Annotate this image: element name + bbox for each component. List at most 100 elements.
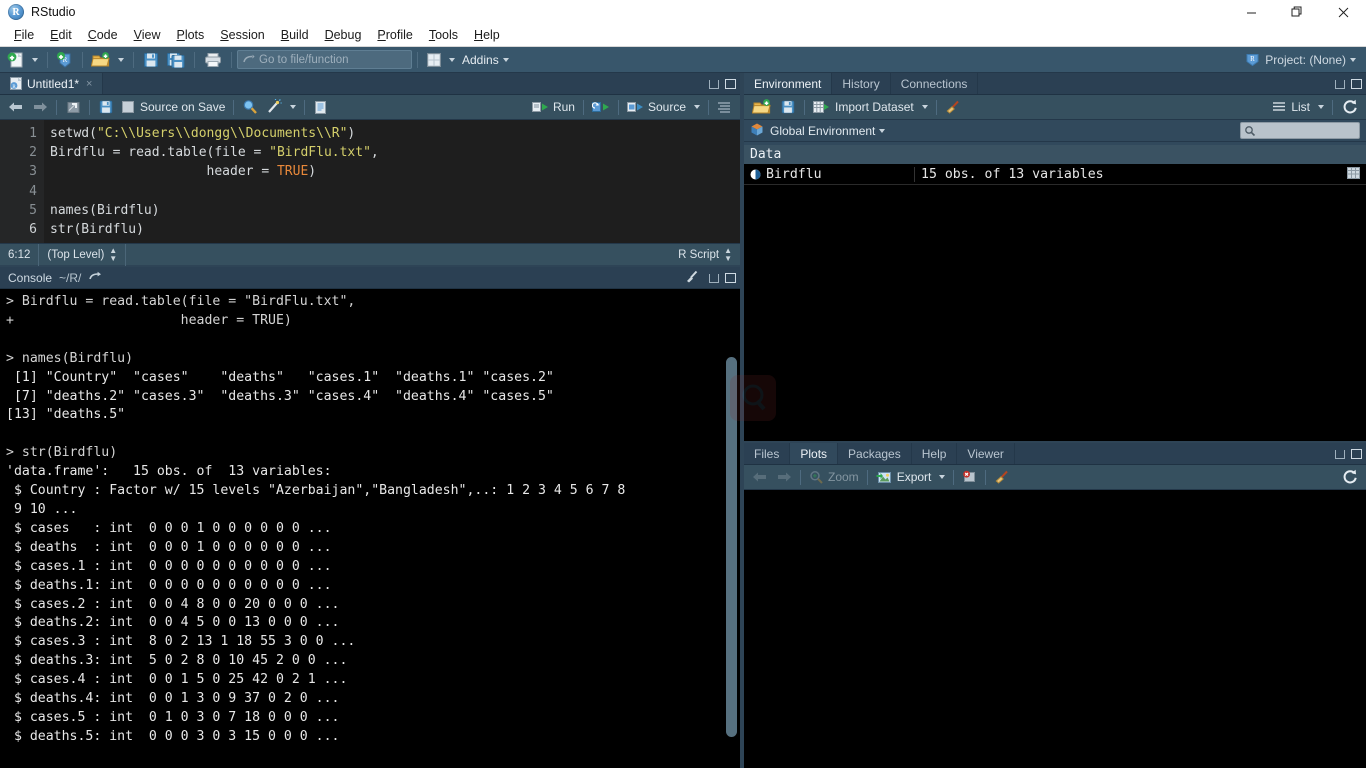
toolbar-separator (82, 51, 83, 68)
menu-edit[interactable]: Edit (42, 25, 80, 45)
minimize-pane-icon[interactable] (1335, 79, 1345, 89)
refresh-icon[interactable] (1337, 97, 1362, 118)
plot-export-button[interactable]: Export (872, 467, 936, 488)
forward-arrow-icon[interactable] (28, 97, 52, 118)
filetype-selector[interactable]: R Script ▲ ▼ (670, 244, 740, 266)
environment-search-field[interactable] (1256, 124, 1352, 137)
new-file-button[interactable] (4, 49, 28, 71)
environment-scope-dropdown-caret[interactable] (879, 128, 886, 133)
tab-plots[interactable]: Plots (790, 443, 839, 464)
maximize-pane-icon[interactable] (725, 273, 736, 283)
environment-object-name-cell[interactable]: Birdflu (744, 167, 914, 182)
menu-tools[interactable]: Tools (421, 25, 466, 45)
popout-icon[interactable] (89, 271, 102, 285)
minimize-pane-icon[interactable] (709, 79, 719, 89)
maximize-button[interactable] (1274, 0, 1320, 24)
menu-session[interactable]: Session (212, 25, 272, 45)
environment-object-list[interactable]: Data Birdflu 15 obs. of 13 variables (744, 145, 1366, 441)
open-folder-dropdown-caret[interactable] (118, 57, 124, 62)
pane-layout-dropdown-caret[interactable] (449, 57, 455, 62)
addins-dropdown-caret[interactable] (502, 57, 509, 62)
view-data-grid-icon[interactable] (1347, 166, 1360, 183)
compile-report-icon[interactable] (309, 97, 332, 118)
menu-file[interactable]: File (6, 25, 42, 45)
maximize-pane-icon[interactable] (725, 79, 736, 89)
toolbar-separator (935, 99, 937, 115)
menu-profile[interactable]: Profile (369, 25, 420, 45)
environment-row-birdflu[interactable]: Birdflu 15 obs. of 13 variables (744, 165, 1366, 185)
console-output[interactable]: > Birdflu = read.table(file = "BirdFlu.t… (0, 289, 740, 768)
import-dataset-button[interactable]: Import Dataset (809, 97, 918, 118)
close-icon[interactable]: × (86, 78, 92, 90)
plot-display-area[interactable] (744, 490, 1366, 768)
plot-forward-arrow-icon[interactable] (772, 467, 796, 488)
open-folder-button[interactable] (88, 49, 114, 71)
tab-help[interactable]: Help (912, 443, 958, 464)
new-file-dropdown-caret[interactable] (32, 57, 38, 62)
source-tab-untitled1[interactable]: R Untitled1* × (0, 73, 104, 94)
save-all-button[interactable] (163, 49, 189, 71)
maximize-pane-icon[interactable] (1351, 79, 1362, 89)
view-mode-button[interactable]: List (1268, 97, 1314, 118)
tab-viewer[interactable]: Viewer (957, 443, 1015, 464)
console-scrollbar[interactable] (726, 295, 737, 765)
plot-refresh-icon[interactable] (1337, 467, 1362, 488)
tab-packages[interactable]: Packages (838, 443, 912, 464)
clear-all-plots-icon[interactable] (990, 467, 1014, 488)
expand-triangle-icon[interactable] (750, 169, 761, 180)
run-button[interactable]: Run (528, 97, 579, 118)
tab-environment[interactable]: Environment (744, 73, 833, 94)
import-dataset-dropdown-caret[interactable] (921, 105, 928, 109)
plot-zoom-label: Zoom (828, 470, 859, 484)
rerun-icon[interactable] (588, 97, 614, 118)
code-tools-icon[interactable] (262, 97, 286, 118)
back-arrow-icon[interactable] (4, 97, 28, 118)
toolbar-separator (133, 51, 134, 68)
project-dropdown-caret[interactable] (1350, 57, 1356, 62)
document-outline-icon[interactable] (713, 97, 736, 118)
plot-back-arrow-icon[interactable] (748, 467, 772, 488)
remove-plot-icon[interactable] (958, 467, 981, 488)
tab-files[interactable]: Files (744, 443, 791, 464)
clear-console-icon[interactable] (685, 270, 699, 287)
view-mode-dropdown-caret[interactable] (1318, 105, 1324, 109)
addins-button[interactable]: Addins (459, 53, 499, 67)
close-button[interactable] (1320, 0, 1366, 24)
minimize-button[interactable] (1228, 0, 1274, 24)
menu-debug[interactable]: Debug (317, 25, 370, 45)
source-on-save-checkbox[interactable]: Source on Save (118, 97, 229, 118)
menu-code[interactable]: Code (80, 25, 126, 45)
clear-objects-icon[interactable] (941, 97, 965, 118)
code-tools-dropdown-caret[interactable] (290, 105, 297, 109)
source-dropdown-caret[interactable] (694, 105, 700, 109)
minimize-pane-icon[interactable] (709, 273, 719, 283)
load-workspace-icon[interactable] (748, 97, 776, 118)
minimize-pane-icon[interactable] (1335, 449, 1345, 459)
plots-pane-window-buttons (1335, 443, 1362, 465)
maximize-pane-icon[interactable] (1351, 449, 1362, 459)
editor-code-area[interactable]: setwd("C:\\Users\\dongg\\Documents\\R") B… (44, 120, 740, 243)
save-workspace-icon[interactable] (776, 97, 800, 118)
plot-zoom-button[interactable]: Zoom (805, 467, 863, 488)
pane-layout-button[interactable] (423, 49, 445, 71)
code-editor[interactable]: 1 2 3 4 5 6 setwd("C:\\Users\\dongg\\Document… (0, 120, 740, 243)
menu-plots[interactable]: Plots (168, 25, 212, 45)
find-icon[interactable] (238, 97, 262, 118)
save-icon[interactable] (94, 97, 118, 118)
show-in-new-window-icon[interactable] (61, 97, 85, 118)
project-indicator[interactable]: R Project: (None) (1245, 52, 1360, 67)
goto-file-function-input[interactable]: Go to file/function (237, 50, 412, 69)
new-project-button[interactable]: R (53, 49, 77, 71)
console-working-directory[interactable]: ~/R/ (59, 271, 81, 285)
menu-build[interactable]: Build (273, 25, 317, 45)
source-button[interactable]: Source (623, 97, 690, 118)
save-button[interactable] (139, 49, 163, 71)
tab-connections[interactable]: Connections (891, 73, 979, 94)
menu-view[interactable]: View (126, 25, 169, 45)
print-button[interactable] (200, 49, 226, 71)
menu-help[interactable]: Help (466, 25, 508, 45)
environment-search-input[interactable] (1240, 122, 1360, 139)
scope-selector[interactable]: (Top Level) ▲ ▼ (39, 243, 127, 266)
tab-history[interactable]: History (832, 73, 891, 94)
plot-export-dropdown-caret[interactable] (939, 475, 946, 479)
